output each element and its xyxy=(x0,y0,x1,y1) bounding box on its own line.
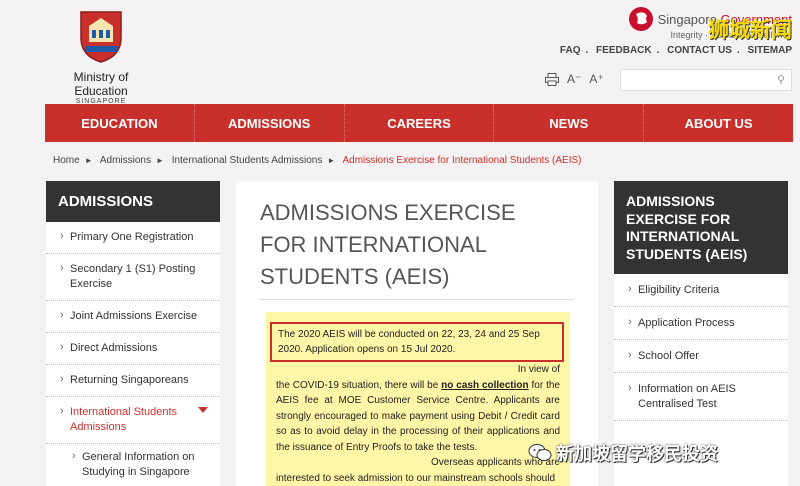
para1-lead: In view of xyxy=(517,364,560,375)
watermark-bottom-text: 新加坡留学移民投资 xyxy=(556,444,718,464)
sitemap-link[interactable]: SITEMAP xyxy=(748,45,792,56)
font-decrease-button[interactable]: A⁻ xyxy=(567,72,581,86)
main-nav: EDUCATION ADMISSIONS CAREERS NEWS ABOUT … xyxy=(45,104,793,142)
nav-about-us[interactable]: ABOUT US xyxy=(644,104,793,142)
contact-us-link[interactable]: CONTACT US xyxy=(667,45,732,56)
nav-education[interactable]: EDUCATION xyxy=(45,104,195,142)
org-name: Ministry of Education xyxy=(73,70,129,98)
feedback-link[interactable]: FEEDBACK xyxy=(596,45,652,56)
sidebar-subitem-general-info[interactable]: General Information on Studying in Singa… xyxy=(46,444,220,486)
right-sidebar-title: ADMISSIONS EXERCISE FOR INTERNATIONAL ST… xyxy=(614,181,788,274)
lion-head-icon xyxy=(628,7,653,31)
para1-emph: no cash collection xyxy=(441,379,529,391)
breadcrumb-international[interactable]: International Students Admissions xyxy=(172,155,323,166)
rsidebar-item-school-offer[interactable]: School Offer xyxy=(614,340,788,373)
page-tools: A⁻ A⁺ xyxy=(545,72,604,86)
breadcrumb-admissions[interactable]: Admissions xyxy=(100,155,151,166)
para2-lead: Overseas applicants who are xyxy=(431,457,560,468)
watermark-top: 狮城新闻 xyxy=(708,19,792,42)
sidebar-item-international[interactable]: International Students Admissions xyxy=(46,397,220,444)
top-links: FAQ. FEEDBACK. CONTACT US. SITEMAP xyxy=(559,45,792,56)
rsidebar-item-application[interactable]: Application Process xyxy=(614,307,788,340)
print-icon[interactable] xyxy=(545,72,559,86)
title-divider xyxy=(260,299,574,300)
breadcrumb: Home ► Admissions ► International Students… xyxy=(53,155,582,166)
para1-a: the COVID-19 situation, there will be xyxy=(276,379,442,391)
wechat-icon xyxy=(528,444,552,461)
para2: interested to seek admission to our main… xyxy=(276,472,556,484)
sidebar-item-international-label: International Students Admissions xyxy=(70,406,178,433)
breadcrumb-current: Admissions Exercise for International St… xyxy=(342,155,582,166)
font-increase-button[interactable]: A⁺ xyxy=(589,72,603,86)
faq-link[interactable]: FAQ xyxy=(560,45,581,56)
page-title: ADMISSIONS EXERCISE FOR INTERNATIONAL ST… xyxy=(260,200,516,289)
search-icon[interactable]: ⚲ xyxy=(777,73,785,86)
breadcrumb-home[interactable]: Home xyxy=(53,155,80,166)
sidebar-item-joint-admissions[interactable]: Joint Admissions Exercise xyxy=(46,301,220,333)
notice-text: In view of the COVID-19 situation, there… xyxy=(276,362,560,486)
sidebar-item-primary-one[interactable]: Primary One Registration xyxy=(46,222,220,254)
nav-careers[interactable]: CAREERS xyxy=(345,104,495,142)
rsidebar-item-eligibility[interactable]: Eligibility Criteria xyxy=(614,274,788,307)
sidebar-item-direct-admissions[interactable]: Direct Admissions xyxy=(46,333,220,365)
nav-news[interactable]: NEWS xyxy=(494,104,645,142)
moe-crest-icon xyxy=(75,8,127,64)
notice-box: The 2020 AEIS will be conducted on 22, 2… xyxy=(270,322,564,362)
left-sidebar: ADMISSIONS Primary One Registration Seco… xyxy=(46,181,220,486)
sidebar-item-returning[interactable]: Returning Singaporeans xyxy=(46,365,220,397)
chevron-down-icon[interactable] xyxy=(198,407,208,413)
watermark-bottom: 新加坡留学移民投资 xyxy=(528,440,718,466)
search-input[interactable]: ⚲ xyxy=(620,69,792,91)
sidebar-item-s1-posting[interactable]: Secondary 1 (S1) Posting Exercise xyxy=(46,254,220,301)
rsidebar-item-centralised-test[interactable]: Information on AEIS Centralised Test xyxy=(614,373,788,421)
nav-admissions[interactable]: ADMISSIONS xyxy=(195,104,345,142)
moe-logo[interactable]: Ministry of Education SINGAPORE xyxy=(46,8,156,105)
left-sidebar-title: ADMISSIONS xyxy=(46,181,220,222)
notice-panel: The 2020 AEIS will be conducted on 22, 2… xyxy=(266,312,570,486)
